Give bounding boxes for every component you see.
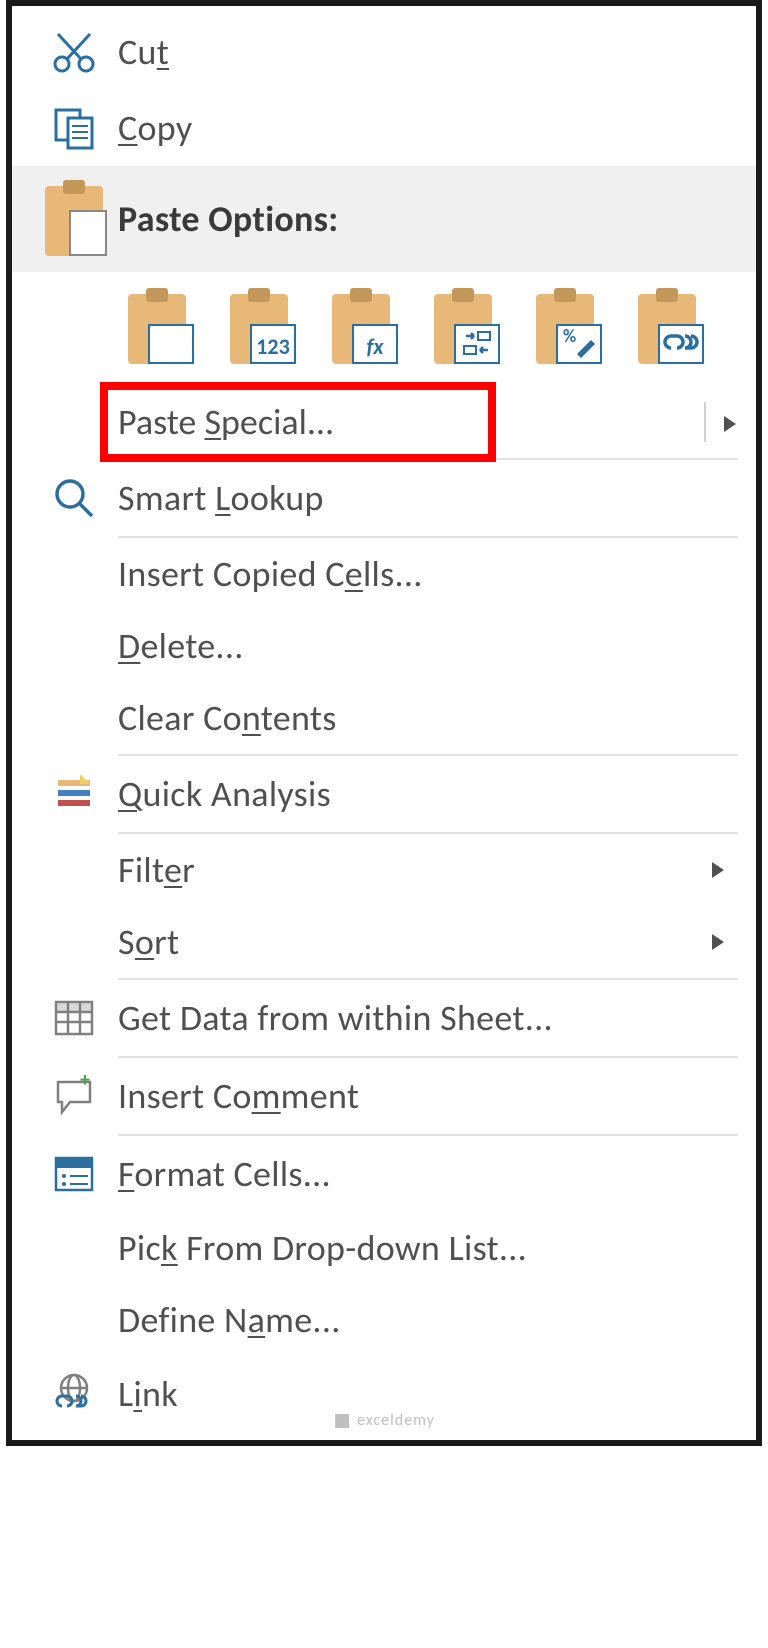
paste-formatting-icon[interactable]: %	[526, 288, 604, 366]
insert-copied-cells-label: Insert Copied Cells...	[118, 552, 738, 596]
cut-menu-item[interactable]: Cut	[12, 14, 756, 90]
quick-analysis-label: Quick Analysis	[118, 772, 738, 816]
format-cells-icon	[30, 1150, 118, 1198]
paste-values-icon[interactable]: 123	[220, 288, 298, 366]
paste-options-header: Paste Options:	[12, 166, 756, 272]
link-menu-item[interactable]: Link	[12, 1356, 756, 1432]
smart-lookup-label: Smart Lookup	[118, 476, 738, 520]
context-menu: Cut Copy Paste Options:	[6, 0, 762, 1446]
define-name-label: Define Name...	[118, 1298, 738, 1342]
comment-icon: +	[30, 1072, 118, 1120]
paste-formulas-icon[interactable]: fx	[322, 288, 400, 366]
pick-dropdown-menu-item[interactable]: Pick From Drop-down List...	[12, 1212, 756, 1284]
sort-label: Sort	[118, 920, 698, 964]
paste-special-menu-item[interactable]: Paste Special...	[12, 386, 756, 458]
clear-contents-label: Clear Contents	[118, 696, 738, 740]
filter-label: Filter	[118, 848, 698, 892]
table-icon	[30, 994, 118, 1042]
filter-menu-item[interactable]: Filter	[12, 834, 756, 906]
search-icon	[30, 474, 118, 522]
define-name-menu-item[interactable]: Define Name...	[12, 1284, 756, 1356]
copy-menu-item[interactable]: Copy	[12, 90, 756, 166]
paste-options-icons: 123 fx %	[12, 272, 756, 386]
clear-contents-menu-item[interactable]: Clear Contents	[12, 682, 756, 754]
pick-dropdown-label: Pick From Drop-down List...	[118, 1226, 738, 1270]
format-cells-menu-item[interactable]: Format Cells...	[12, 1136, 756, 1212]
cut-label: Cut	[118, 30, 738, 74]
format-cells-label: Format Cells...	[118, 1152, 738, 1196]
submenu-arrow-icon	[722, 400, 738, 444]
submenu-arrow-icon	[698, 860, 738, 880]
paste-special-label: Paste Special...	[118, 400, 688, 444]
insert-copied-cells-menu-item[interactable]: Insert Copied Cells...	[12, 538, 756, 610]
delete-label: Delete...	[118, 624, 738, 668]
get-data-label: Get Data from within Sheet...	[118, 996, 738, 1040]
svg-text:%: %	[563, 325, 576, 347]
divider	[704, 402, 706, 442]
copy-label: Copy	[118, 106, 738, 150]
quick-analysis-icon	[30, 770, 118, 818]
get-data-menu-item[interactable]: Get Data from within Sheet...	[12, 980, 756, 1056]
submenu-arrow-icon	[698, 932, 738, 952]
smart-lookup-menu-item[interactable]: Smart Lookup	[12, 460, 756, 536]
svg-text:+: +	[80, 1072, 90, 1092]
insert-comment-label: Insert Comment	[118, 1074, 738, 1118]
cut-icon	[30, 28, 118, 76]
sort-menu-item[interactable]: Sort	[12, 906, 756, 978]
paste-options-label: Paste Options:	[118, 197, 738, 241]
paste-link-icon[interactable]	[628, 288, 706, 366]
paste-icon	[30, 180, 118, 258]
paste-all-icon[interactable]	[118, 288, 196, 366]
quick-analysis-menu-item[interactable]: Quick Analysis	[12, 756, 756, 832]
paste-transpose-icon[interactable]	[424, 288, 502, 366]
link-label: Link	[118, 1372, 738, 1416]
link-icon	[30, 1370, 118, 1418]
delete-menu-item[interactable]: Delete...	[12, 610, 756, 682]
insert-comment-menu-item[interactable]: + Insert Comment	[12, 1058, 756, 1134]
copy-icon	[30, 104, 118, 152]
